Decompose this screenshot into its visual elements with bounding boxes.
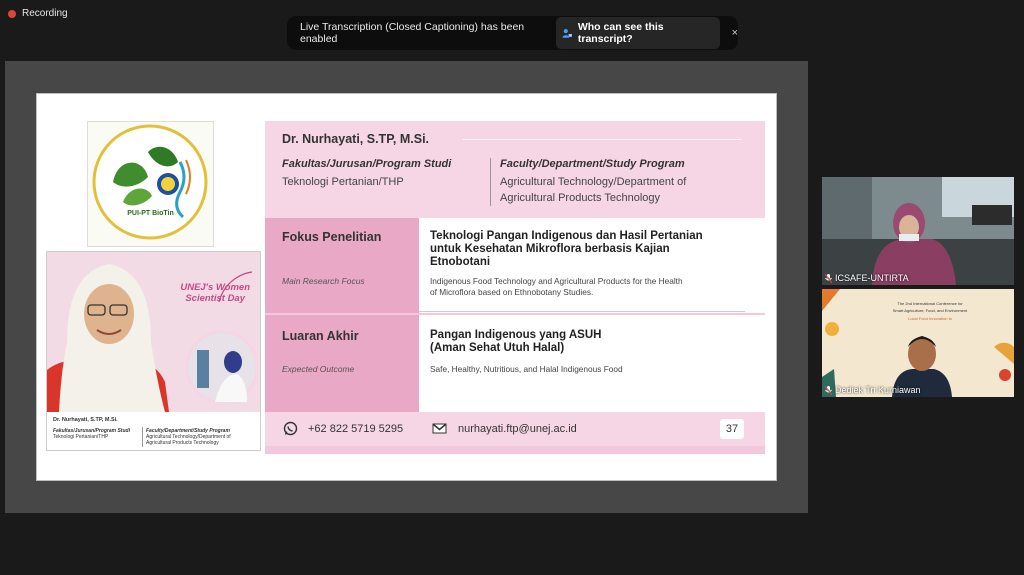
row-rule xyxy=(419,311,745,312)
outcome-label: Luaran Akhir xyxy=(282,329,359,343)
card-title-line2: Scientist Day xyxy=(185,293,245,304)
logo-text: PUI-PT BioTin xyxy=(127,210,174,217)
focus-title: Teknologi Pangan Indigenous dan Hasil Pe… xyxy=(430,230,765,269)
email-address: nurhayati.ftp@unej.ac.id xyxy=(458,423,577,435)
focus-sub: Main Research Focus xyxy=(282,276,365,286)
card-faculty-value: Agricultural Technology/Department of Ag… xyxy=(146,434,231,446)
gmail-icon xyxy=(432,423,447,434)
participant-name-label-2: Dediek Tri Kurniawan xyxy=(835,385,921,395)
faculty-value: Agricultural Technology/Department of Ag… xyxy=(500,174,686,206)
focus-desc-line2: of Microflora based on Ethnobotany Studi… xyxy=(430,287,594,297)
mic-muted-icon xyxy=(825,273,832,283)
info-panel: Dr. Nurhayati, S.TP, M.Si. Fakultas/Juru… xyxy=(265,121,765,454)
focus-title-line2: untuk Kesehatan Mikroflora berbasis Kaji… xyxy=(430,243,670,255)
participant-name-label-1: ICSAFE-UNTIRTA xyxy=(835,273,909,283)
header-divider xyxy=(490,158,491,206)
card-divider xyxy=(142,427,143,447)
outcome-title: Pangan Indigenous yang ASUH (Aman Sehat … xyxy=(430,329,765,355)
whatsapp-icon xyxy=(283,421,298,436)
page-number: 37 xyxy=(720,419,744,439)
panel-header: Dr. Nurhayati, S.TP, M.Si. Fakultas/Juru… xyxy=(265,121,765,218)
transcription-banner: Live Transcription (Closed Captioning) h… xyxy=(287,16,738,50)
who-can-see-button[interactable]: Who can see this transcript? xyxy=(556,17,720,49)
close-banner-button[interactable]: × xyxy=(732,27,738,39)
who-can-see-label: Who can see this transcript? xyxy=(577,21,664,45)
outcome-sub: Expected Outcome xyxy=(282,364,355,374)
banner-message: Live Transcription (Closed Captioning) h… xyxy=(300,21,525,45)
outcome-title-line2: (Aman Sehat Utuh Halal) xyxy=(430,342,565,354)
presenter-name: Dr. Nurhayati, S.TP, M.Si. xyxy=(282,132,430,146)
focus-body-cell: Teknologi Pangan Indigenous dan Hasil Pe… xyxy=(419,218,765,313)
svg-text:Smart Agriculture, Food, and E: Smart Agriculture, Food, and Environment xyxy=(893,308,968,313)
card-details: Dr. Nurhayati, S.TP, M.Si. Fakultas/Juru… xyxy=(47,412,260,450)
participant-video-1 xyxy=(822,177,1014,285)
card-title-line1: UNEJ's Women xyxy=(180,282,250,293)
outcome-desc: Safe, Healthy, Nutritious, and Halal Ind… xyxy=(430,364,623,374)
portrait-card: UNEJ's Women Scientist Day Dr. Nurhayati… xyxy=(46,251,261,451)
focus-label: Fokus Penelitian xyxy=(282,230,382,244)
phone-number: +62 822 5719 5295 xyxy=(308,423,404,435)
contact-footer: +62 822 5719 5295 nurhayati.ftp@unej.ac.… xyxy=(265,412,765,446)
card-fac-value: Teknologi Pertanian/THP xyxy=(53,434,109,440)
person-lock-icon xyxy=(562,28,573,38)
card-title: UNEJ's Women Scientist Day xyxy=(180,282,250,304)
fac-label: Fakultas/Jurusan/Program Studi xyxy=(282,158,452,170)
record-dot-icon xyxy=(8,9,16,18)
focus-desc: Indigenous Food Technology and Agricultu… xyxy=(430,276,760,298)
pui-logo: PUI-PT BioTin xyxy=(87,121,214,247)
biotin-logo-icon xyxy=(92,124,208,240)
svg-text:Local Food Innovation to: Local Food Innovation to xyxy=(908,316,953,321)
svg-text:The 2nd International Conferen: The 2nd International Conference for xyxy=(897,301,963,306)
faculty-value-line1: Agricultural Technology/Department of xyxy=(500,176,687,188)
participant-name-1: ICSAFE-UNTIRTA xyxy=(825,273,909,283)
recording-label: Recording xyxy=(22,8,68,19)
outcome-body-cell: Pangan Indigenous yang ASUH (Aman Sehat … xyxy=(419,315,765,412)
focus-desc-line1: Indigenous Food Technology and Agricultu… xyxy=(430,276,683,286)
card-name: Dr. Nurhayati, S.TP, M.Si. xyxy=(53,417,118,423)
participant-tile[interactable]: The 2nd International Conference for Sma… xyxy=(822,289,1014,397)
participant-tile[interactable]: ICSAFE-UNTIRTA xyxy=(822,177,1014,285)
participant-video-2: The 2nd International Conference for Sma… xyxy=(822,289,1014,397)
outcome-label-cell: Luaran Akhir Expected Outcome xyxy=(265,315,419,412)
recording-indicator: Recording xyxy=(8,8,68,19)
name-rule xyxy=(463,139,741,140)
participant-name-2: Dediek Tri Kurniawan xyxy=(825,385,921,395)
focus-label-cell: Fokus Penelitian Main Research Focus xyxy=(265,218,419,313)
mic-muted-icon xyxy=(825,385,832,395)
focus-title-line1: Teknologi Pangan Indigenous dan Hasil Pe… xyxy=(430,230,703,242)
faculty-value-line2: Agricultural Products Technology xyxy=(500,192,660,204)
outcome-title-line1: Pangan Indigenous yang ASUH xyxy=(430,329,602,341)
faculty-label: Faculty/Department/Study Program xyxy=(500,158,685,170)
portrait-image xyxy=(47,264,259,412)
fac-value: Teknologi Pertanian/THP xyxy=(282,176,404,188)
focus-title-line3: Etnobotani xyxy=(430,256,491,268)
